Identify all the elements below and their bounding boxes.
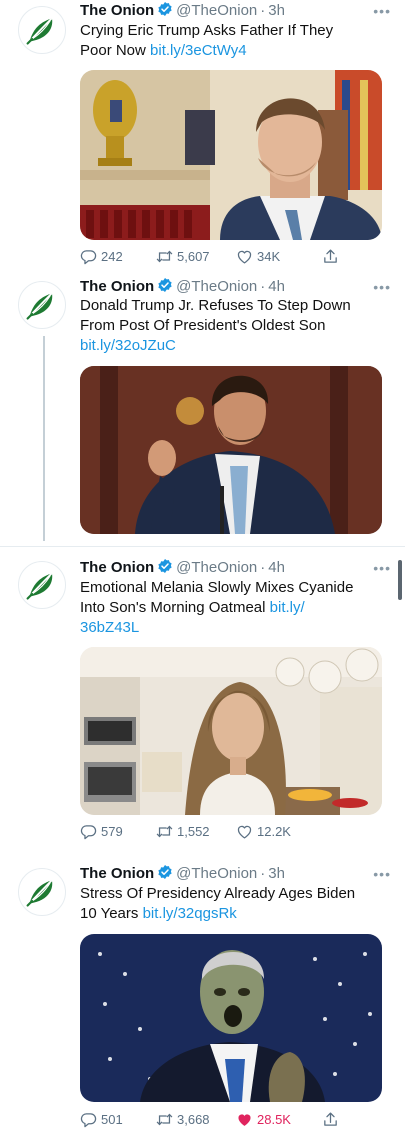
tweet-link-part-2[interactable]: 36bZ43L <box>80 618 385 638</box>
tweet-header: The Onion @TheOnion · 3h <box>80 864 393 883</box>
tweet-1[interactable]: The Onion @TheOnion · 3h ••• Crying Eric Tr… <box>0 0 405 276</box>
author-handle[interactable]: @TheOnion <box>176 559 257 576</box>
more-options-icon[interactable]: ••• <box>373 4 391 18</box>
tweet-actions: 579 1,552 12.2K <box>80 821 380 841</box>
reply-count: 242 <box>101 248 123 264</box>
separator-dot: · <box>260 2 266 19</box>
author-handle[interactable]: @TheOnion <box>176 865 257 882</box>
retweet-count: 1,552 <box>177 823 210 839</box>
onion-logo-icon[interactable] <box>18 561 66 609</box>
tweet-actions: 242 5,607 34K <box>80 246 380 266</box>
author-handle[interactable]: @TheOnion <box>176 2 257 19</box>
author-name[interactable]: The Onion <box>80 559 154 576</box>
tweet-text-line-1: Crying Eric Trump Asks Father If They <box>80 22 334 39</box>
retweet-icon <box>156 248 173 265</box>
reply-button[interactable]: 579 <box>80 823 156 840</box>
tweet-header: The Onion @TheOnion · 4h <box>80 277 393 296</box>
reply-count: 579 <box>101 823 123 839</box>
retweet-button[interactable]: 3,668 <box>156 1111 236 1128</box>
tweet-text: Stress Of Presidency Already Ages Biden … <box>80 884 385 924</box>
author-name[interactable]: The Onion <box>80 865 154 882</box>
heart-icon <box>236 248 253 265</box>
tweet-3[interactable]: The Onion @TheOnion · 4h ••• Emotional Mela… <box>0 547 405 852</box>
share-button[interactable] <box>322 248 339 265</box>
tweet-text-line-1: Donald Trump Jr. Refuses To Step Down <box>80 297 351 314</box>
heart-icon <box>236 1111 253 1128</box>
tweet-text-line-2: 10 Years <box>80 905 139 922</box>
onion-logo-icon[interactable] <box>18 281 66 329</box>
tweet-text: Emotional Melania Slowly Mixes Cyanide I… <box>80 578 385 638</box>
tweet-text: Crying Eric Trump Asks Father If They Po… <box>80 21 385 61</box>
reply-icon <box>80 823 97 840</box>
tweet-header: The Onion @TheOnion · 4h <box>80 558 393 577</box>
author-name[interactable]: The Onion <box>80 278 154 295</box>
share-icon <box>322 1111 339 1128</box>
thread-connector-line <box>43 336 45 541</box>
verified-badge-icon <box>157 558 173 574</box>
like-count: 28.5K <box>257 1111 291 1127</box>
separator-dot: · <box>260 559 266 576</box>
tweet-text-line-2: From Post Of President's Oldest Son <box>80 317 326 334</box>
tweet-4[interactable]: The Onion @TheOnion · 3h ••• Stress Of Pres… <box>0 852 405 1137</box>
like-button[interactable]: 28.5K <box>236 1111 322 1128</box>
timestamp[interactable]: 4h <box>268 559 285 576</box>
tweet-text-line-2: Poor Now <box>80 42 146 59</box>
retweet-button[interactable]: 5,607 <box>156 248 236 265</box>
like-count: 12.2K <box>257 823 291 839</box>
separator-dot: · <box>260 278 266 295</box>
retweet-count: 3,668 <box>177 1111 210 1127</box>
tweet-image[interactable] <box>80 70 382 240</box>
onion-logo-icon[interactable] <box>18 6 66 54</box>
author-name[interactable]: The Onion <box>80 2 154 19</box>
reply-icon <box>80 1111 97 1128</box>
tweet-2[interactable]: The Onion @TheOnion · 4h ••• Donald Trump J… <box>0 276 405 546</box>
tweet-actions: 501 3,668 28.5K <box>80 1109 380 1129</box>
scrollbar[interactable] <box>398 560 402 600</box>
like-button[interactable]: 12.2K <box>236 823 322 840</box>
timestamp[interactable]: 3h <box>268 2 285 19</box>
retweet-icon <box>156 823 173 840</box>
reply-icon <box>80 248 97 265</box>
heart-icon <box>236 823 253 840</box>
verified-badge-icon <box>157 1 173 17</box>
more-options-icon[interactable]: ••• <box>373 867 391 881</box>
like-button[interactable]: 34K <box>236 248 322 265</box>
tweet-link-part-1[interactable]: bit.ly/ <box>270 599 305 616</box>
tweet-text-line-2: Into Son's Morning Oatmeal <box>80 599 266 616</box>
retweet-button[interactable]: 1,552 <box>156 823 236 840</box>
author-handle[interactable]: @TheOnion <box>176 278 257 295</box>
reply-button[interactable]: 242 <box>80 248 156 265</box>
separator-dot: · <box>260 865 266 882</box>
tweet-image[interactable] <box>80 647 382 815</box>
timestamp[interactable]: 3h <box>268 865 285 882</box>
reply-count: 501 <box>101 1111 123 1127</box>
tweet-link[interactable]: bit.ly/3eCtWy4 <box>150 42 247 59</box>
onion-logo-icon[interactable] <box>18 868 66 916</box>
tweet-text: Donald Trump Jr. Refuses To Step Down Fr… <box>80 296 385 356</box>
timestamp[interactable]: 4h <box>268 278 285 295</box>
tweet-header: The Onion @TheOnion · 3h <box>80 1 393 20</box>
tweet-image[interactable] <box>80 366 382 534</box>
tweet-image[interactable] <box>80 934 382 1102</box>
tweet-link[interactable]: bit.ly/32qgsRk <box>143 905 237 922</box>
retweet-icon <box>156 1111 173 1128</box>
retweet-count: 5,607 <box>177 248 210 264</box>
like-count: 34K <box>257 248 281 264</box>
tweet-link[interactable]: bit.ly/32oJZuC <box>80 336 385 356</box>
share-button[interactable] <box>322 1111 339 1128</box>
tweet-text-line-1: Stress Of Presidency Already Ages Biden <box>80 885 356 902</box>
tweet-text-line-1: Emotional Melania Slowly Mixes Cyanide <box>80 579 354 596</box>
more-options-icon[interactable]: ••• <box>373 280 391 294</box>
verified-badge-icon <box>157 864 173 880</box>
verified-badge-icon <box>157 277 173 293</box>
reply-button[interactable]: 501 <box>80 1111 156 1128</box>
share-icon <box>322 248 339 265</box>
more-options-icon[interactable]: ••• <box>373 561 391 575</box>
